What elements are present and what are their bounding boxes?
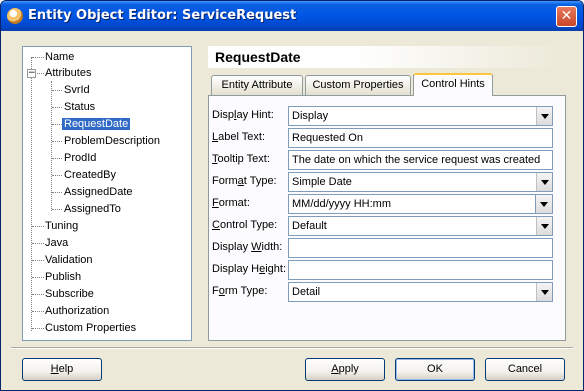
tree-connector (52, 209, 62, 210)
title-bar[interactable]: Entity Object Editor: ServiceRequest ✕ (1, 1, 583, 31)
format-dropdown-button[interactable] (536, 194, 553, 214)
tooltip-text-label: Tooltip Text: (212, 153, 270, 165)
ok-button[interactable]: OK (395, 358, 475, 381)
tree-item-attributes[interactable]: Attributes (43, 65, 93, 81)
display-width-label: Display Width: (212, 241, 283, 253)
tree-item-assigneddate[interactable]: AssignedDate (62, 184, 135, 200)
chevron-down-icon[interactable] (536, 107, 552, 125)
tree-item-status[interactable]: Status (62, 99, 97, 115)
format-type-label: Format Type: (212, 175, 277, 187)
tree-item-tuning[interactable]: Tuning (43, 218, 80, 234)
display-height-input[interactable] (288, 260, 553, 280)
display-hint-label: Display Hint: (212, 109, 274, 121)
tree-item-createdby[interactable]: CreatedBy (62, 167, 118, 183)
tree-item-svrid[interactable]: SvrId (62, 82, 92, 98)
panel-title: RequestDate (208, 46, 566, 68)
chevron-down-icon[interactable] (536, 173, 552, 191)
tree-connector (52, 107, 62, 108)
tree-item-problemdescription[interactable]: ProblemDescription (62, 133, 162, 149)
collapse-icon[interactable]: − (27, 69, 36, 78)
close-button[interactable]: ✕ (556, 6, 577, 27)
tree-item-validation[interactable]: Validation (43, 252, 95, 268)
tree-item-assignedto[interactable]: AssignedTo (62, 201, 123, 217)
tree-connector (31, 57, 32, 331)
apply-button[interactable]: Apply (305, 358, 385, 381)
entity-object-editor-dialog: Entity Object Editor: ServiceRequest ✕ N… (0, 0, 584, 391)
tree-item-name[interactable]: Name (43, 49, 76, 65)
format-type-select[interactable]: Simple Date (288, 172, 553, 192)
format-label: Format: (212, 197, 250, 209)
tooltip-text-input[interactable]: The date on which the service request wa… (288, 150, 553, 170)
tree-connector (52, 192, 62, 193)
tab-entity-attribute[interactable]: Entity Attribute (211, 75, 303, 95)
close-icon: ✕ (560, 8, 573, 24)
tree-item-requestdate[interactable]: RequestDate (62, 116, 131, 132)
chevron-down-icon[interactable] (536, 217, 552, 235)
tree-connector (52, 124, 62, 125)
tab-control-hints[interactable]: Control Hints (413, 73, 493, 96)
help-button[interactable]: Help (22, 358, 102, 381)
chevron-down-icon[interactable] (536, 283, 552, 301)
display-height-label: Display Height: (212, 263, 286, 275)
footer-divider (11, 347, 573, 349)
display-hint-select[interactable]: Display (288, 106, 553, 126)
control-type-select[interactable]: Default (288, 216, 553, 236)
tree-item-prodid[interactable]: ProdId (62, 150, 98, 166)
tree-item-subscribe[interactable]: Subscribe (43, 286, 96, 302)
label-text-input[interactable]: Requested On (288, 128, 553, 148)
tree-item-authorization[interactable]: Authorization (43, 303, 111, 319)
form-type-label: Form Type: (212, 285, 268, 297)
tree-connector (52, 90, 62, 91)
control-type-label: Control Type: (212, 219, 278, 231)
tree-item-publish[interactable]: Publish (43, 269, 83, 285)
window-title: Entity Object Editor: ServiceRequest (28, 8, 297, 23)
tab-custom-properties[interactable]: Custom Properties (305, 75, 411, 95)
tree-connector (52, 175, 62, 176)
tree-connector (52, 158, 62, 159)
format-combo-input[interactable]: MM/dd/yyyy HH:mm (288, 194, 536, 214)
form-type-select[interactable]: Detail (288, 282, 553, 302)
tree-connector (52, 141, 62, 142)
app-icon (7, 8, 23, 24)
cancel-button[interactable]: Cancel (485, 358, 565, 381)
tree-item-java[interactable]: Java (43, 235, 70, 251)
navigation-tree[interactable]: Name − Attributes SvrId Status RequestDa… (22, 46, 192, 341)
label-text-label: Label Text: (212, 131, 266, 143)
display-width-input[interactable] (288, 238, 553, 258)
tree-item-custom-properties[interactable]: Custom Properties (43, 320, 138, 336)
